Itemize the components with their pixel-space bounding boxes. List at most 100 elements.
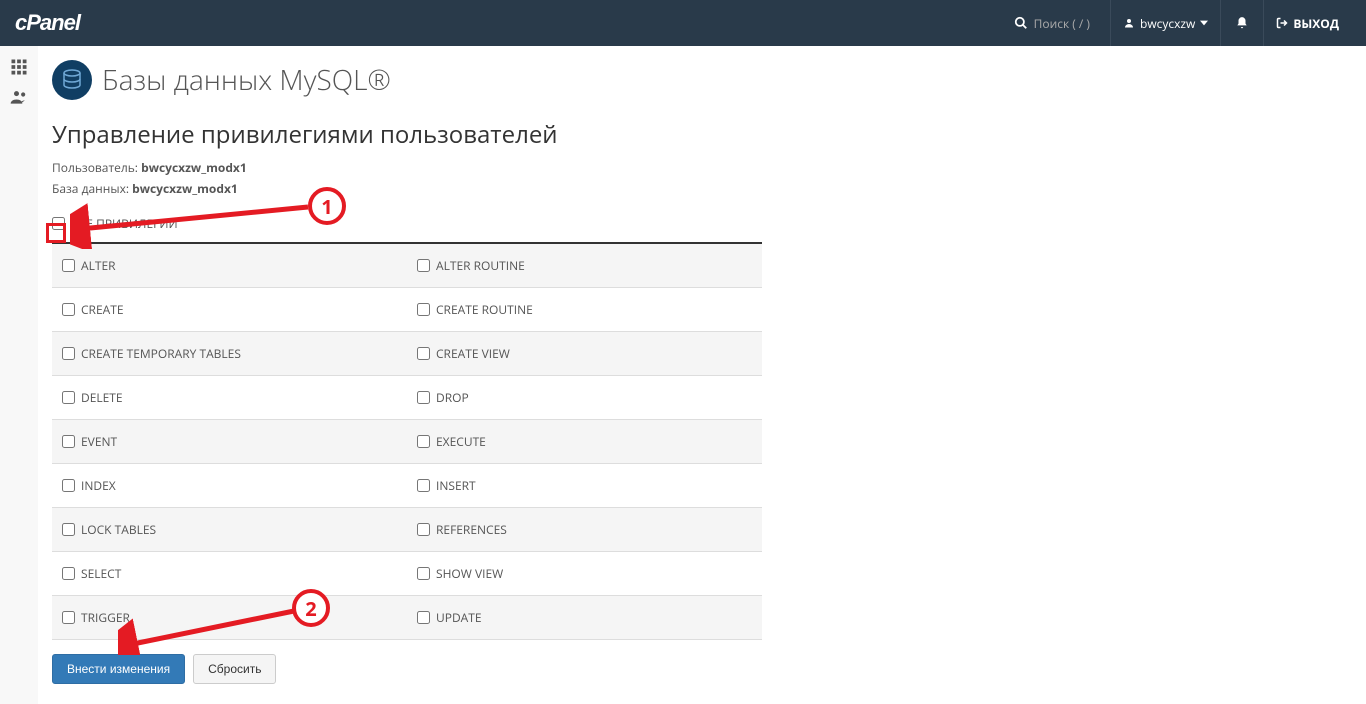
- privilege-checkbox[interactable]: LOCK TABLES: [62, 521, 397, 538]
- sidebar-apps-button[interactable]: [0, 52, 38, 82]
- user-info-line: Пользователь: bwcycxzw_modx1: [52, 159, 1346, 176]
- privilege-checkbox[interactable]: ALTER ROUTINE: [417, 257, 752, 274]
- privilege-label: ALTER ROUTINE: [436, 257, 525, 274]
- privilege-checkbox[interactable]: UPDATE: [417, 609, 752, 626]
- user-icon: [1123, 17, 1135, 29]
- privilege-row: ALTER ALTER ROUTINE: [52, 244, 762, 288]
- sidebar-users-button[interactable]: [0, 82, 38, 112]
- user-value: bwcycxzw_modx1: [141, 159, 247, 176]
- privilege-label: DELETE: [81, 389, 123, 406]
- caret-down-icon: [1200, 19, 1208, 27]
- privilege-input[interactable]: [62, 391, 75, 404]
- reset-button[interactable]: Сбросить: [193, 654, 276, 684]
- privilege-label: UPDATE: [436, 609, 482, 626]
- user-menu[interactable]: bwcycxzw: [1110, 0, 1220, 46]
- privilege-input[interactable]: [62, 611, 75, 624]
- privilege-checkbox[interactable]: SHOW VIEW: [417, 565, 752, 582]
- privilege-input[interactable]: [417, 523, 430, 536]
- database-icon: [60, 68, 84, 92]
- privilege-checkbox[interactable]: SELECT: [62, 565, 397, 582]
- privilege-input[interactable]: [417, 611, 430, 624]
- privilege-row: EVENT EXECUTE: [52, 420, 762, 464]
- privilege-checkbox[interactable]: CREATE: [62, 301, 397, 318]
- privilege-checkbox[interactable]: CREATE VIEW: [417, 345, 752, 362]
- annotation-arrow-1: [70, 201, 310, 249]
- page-title-row: Базы данных MySQL®: [52, 60, 1346, 100]
- privilege-checkbox[interactable]: CREATE TEMPORARY TABLES: [62, 345, 397, 362]
- privilege-checkbox[interactable]: DROP: [417, 389, 752, 406]
- bell-icon: [1235, 16, 1249, 30]
- privilege-row: CREATE TEMPORARY TABLES CREATE VIEW: [52, 332, 762, 376]
- privilege-input[interactable]: [417, 391, 430, 404]
- privilege-input[interactable]: [62, 435, 75, 448]
- privilege-input[interactable]: [62, 523, 75, 536]
- privilege-label: SELECT: [81, 565, 121, 582]
- privilege-row: CREATE CREATE ROUTINE: [52, 288, 762, 332]
- db-info-line: База данных: bwcycxzw_modx1: [52, 180, 1346, 197]
- privilege-label: CREATE ROUTINE: [436, 301, 533, 318]
- privilege-label: EXECUTE: [436, 433, 486, 450]
- annotation-marker-1: 1: [308, 187, 346, 225]
- submit-button[interactable]: Внести изменения: [52, 654, 185, 684]
- privilege-input[interactable]: [417, 435, 430, 448]
- logout-button[interactable]: ВЫХОД: [1263, 0, 1351, 46]
- privilege-label: INSERT: [436, 477, 476, 494]
- privilege-checkbox[interactable]: ALTER: [62, 257, 397, 274]
- privilege-checkbox[interactable]: DELETE: [62, 389, 397, 406]
- logout-label: ВЫХОД: [1293, 15, 1339, 32]
- privilege-input[interactable]: [417, 347, 430, 360]
- annotation-highlight-box: [46, 223, 66, 243]
- privilege-row: SELECT SHOW VIEW: [52, 552, 762, 596]
- privilege-input[interactable]: [62, 479, 75, 492]
- privilege-input[interactable]: [417, 479, 430, 492]
- search-icon: [1014, 16, 1028, 30]
- privilege-label: REFERENCES: [436, 521, 507, 538]
- annotation-arrow-2: [118, 607, 298, 655]
- main-content: Базы данных MySQL® Управление привилегия…: [38, 46, 1366, 704]
- logout-icon: [1276, 17, 1288, 29]
- privileges-container: 1 ВСЕ ПРИВИЛЕГИИ ALTERALTER ROUTINECREAT…: [52, 209, 762, 684]
- privilege-row: INDEX INSERT: [52, 464, 762, 508]
- username-label: bwcycxzw: [1140, 15, 1195, 32]
- privilege-checkbox[interactable]: REFERENCES: [417, 521, 752, 538]
- privilege-label: SHOW VIEW: [436, 565, 503, 582]
- notifications-button[interactable]: [1220, 0, 1263, 46]
- privilege-checkbox[interactable]: CREATE ROUTINE: [417, 301, 752, 318]
- privilege-input[interactable]: [62, 567, 75, 580]
- privileges-table: ALTERALTER ROUTINECREATECREATE ROUTINECR…: [52, 244, 762, 640]
- privilege-label: EVENT: [81, 433, 117, 450]
- privilege-input[interactable]: [417, 567, 430, 580]
- privilege-input[interactable]: [62, 303, 75, 316]
- privilege-input[interactable]: [62, 347, 75, 360]
- privilege-label: INDEX: [81, 477, 116, 494]
- privilege-checkbox[interactable]: INDEX: [62, 477, 397, 494]
- privilege-label: CREATE: [81, 301, 124, 318]
- annotation-marker-2: 2: [292, 589, 330, 627]
- top-header: cPanel Поиск ( / ) bwcycxzw ВЫХОД: [0, 0, 1366, 46]
- db-label: База данных:: [52, 180, 129, 197]
- cpanel-logo: cPanel: [15, 10, 80, 36]
- privilege-checkbox[interactable]: EVENT: [62, 433, 397, 450]
- grid-icon: [10, 58, 28, 76]
- left-sidebar: [0, 46, 38, 704]
- privilege-label: CREATE TEMPORARY TABLES: [81, 345, 241, 362]
- privilege-input[interactable]: [417, 303, 430, 316]
- search-placeholder: Поиск ( / ): [1034, 15, 1090, 32]
- users-icon: [9, 87, 29, 107]
- section-title: Управление привилегиями пользователей: [52, 118, 1346, 151]
- database-page-icon: [52, 60, 92, 100]
- privilege-checkbox[interactable]: INSERT: [417, 477, 752, 494]
- button-row: Внести изменения Сбросить: [52, 654, 762, 684]
- privilege-label: DROP: [436, 389, 469, 406]
- privilege-input[interactable]: [62, 259, 75, 272]
- privilege-row: LOCK TABLES REFERENCES: [52, 508, 762, 552]
- header-search[interactable]: Поиск ( / ): [1014, 15, 1090, 32]
- privilege-label: ALTER: [81, 257, 116, 274]
- db-value: bwcycxzw_modx1: [132, 180, 238, 197]
- user-label: Пользователь:: [52, 159, 138, 176]
- page-title: Базы данных MySQL®: [102, 61, 391, 99]
- privilege-row: DELETE DROP: [52, 376, 762, 420]
- privilege-checkbox[interactable]: EXECUTE: [417, 433, 752, 450]
- privilege-label: CREATE VIEW: [436, 345, 510, 362]
- privilege-input[interactable]: [417, 259, 430, 272]
